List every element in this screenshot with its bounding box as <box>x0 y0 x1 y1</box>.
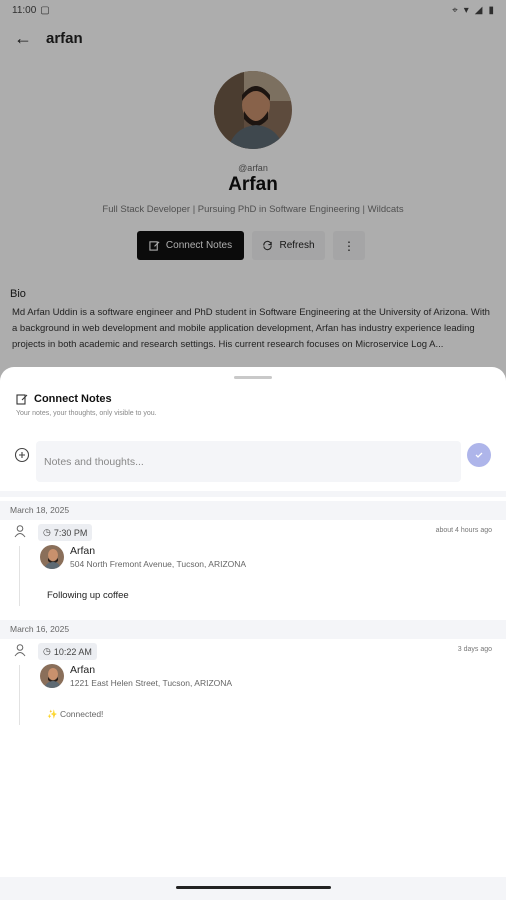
note-entry[interactable]: ◷ 10:22 AM 3 days ago Arfan 1221 East He… <box>0 643 506 733</box>
relative-time: about 4 hours ago <box>435 527 492 534</box>
note-text: Following up coffee <box>47 590 129 601</box>
drag-handle[interactable] <box>234 376 272 379</box>
timeline-line <box>19 665 20 725</box>
clock-icon: ◷ <box>43 646 51 656</box>
sheet-subtitle: Your notes, your thoughts, only visible … <box>16 410 157 417</box>
divider <box>0 491 506 497</box>
sheet-title: Connect Notes <box>34 393 112 405</box>
author-avatar <box>40 545 64 569</box>
note-time: 10:22 AM <box>53 646 92 657</box>
person-icon <box>14 525 26 538</box>
time-chip: ◷ 10:22 AM <box>38 643 97 660</box>
note-author: Arfan 504 North Fremont Avenue, Tucson, … <box>40 545 246 570</box>
edit-note-icon <box>16 394 28 405</box>
add-circle-icon[interactable] <box>14 447 30 463</box>
note-time: 7:30 PM <box>53 527 88 538</box>
author-name: Arfan <box>70 545 96 557</box>
home-indicator[interactable] <box>176 886 331 889</box>
connect-notes-sheet: Connect Notes Your notes, your thoughts,… <box>0 367 506 900</box>
clock-icon: ◷ <box>43 527 51 537</box>
time-chip: ◷ 7:30 PM <box>38 524 93 541</box>
timeline-line <box>19 546 20 606</box>
sheet-header: Connect Notes <box>16 393 112 405</box>
note-entry[interactable]: ◷ 7:30 PM about 4 hours ago Arfan 504 No… <box>0 524 506 614</box>
author-name: Arfan <box>70 664 96 676</box>
author-location: 1221 East Helen Street, Tucson, ARIZONA <box>70 678 233 688</box>
note-input-row <box>14 441 494 482</box>
submit-note-button[interactable] <box>467 443 491 467</box>
person-icon <box>14 644 26 657</box>
relative-time: 3 days ago <box>457 646 492 653</box>
author-avatar <box>40 664 64 688</box>
date-header: March 18, 2025 <box>0 501 506 520</box>
note-author: Arfan 1221 East Helen Street, Tucson, AR… <box>40 664 232 689</box>
check-icon <box>475 452 483 458</box>
note-text: ✨ Connected! <box>47 709 104 719</box>
notes-input[interactable] <box>36 441 461 482</box>
author-location: 504 North Fremont Avenue, Tucson, ARIZON… <box>70 559 247 569</box>
date-header: March 16, 2025 <box>0 620 506 639</box>
